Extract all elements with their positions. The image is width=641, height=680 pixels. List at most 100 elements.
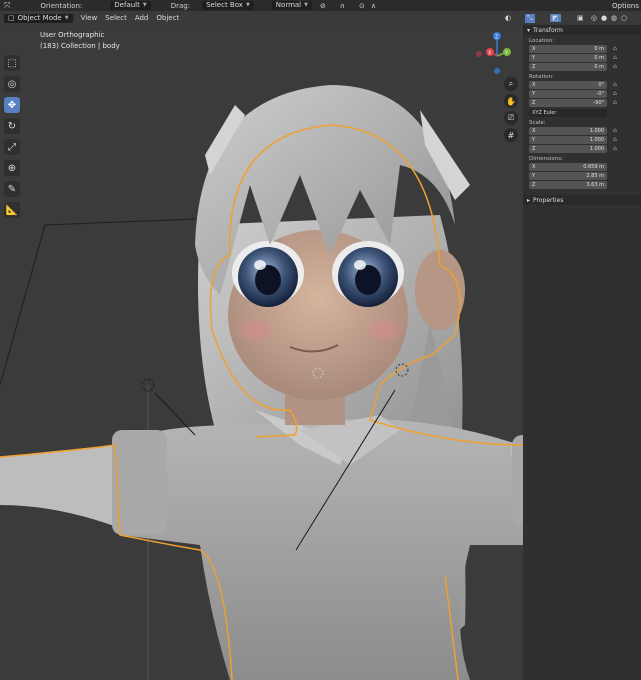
mode-dropdown[interactable]: ▢ Object Mode ▼ [4,13,73,23]
lock-icon[interactable]: ⌂ [613,54,617,61]
gizmo-x-label: X [488,51,492,57]
object-mode-icon: ▢ [8,13,15,22]
axis-label: Y [532,136,536,143]
tool-header: ⤧ Orientation: Default ▼ Drag: Select Box… [0,0,641,11]
pivot-dropdown[interactable]: Normal ▼ [271,1,312,10]
properties-title: Properties [533,196,564,204]
drag-value: Select Box [206,1,243,9]
pan-hand-icon[interactable]: ✋ [504,94,518,108]
drag-dropdown[interactable]: Select Box ▼ [202,1,254,10]
chevron-down-icon: ▼ [245,2,250,8]
solid-shading-icon[interactable]: ● [601,14,607,22]
transform-pivot-icon[interactable]: ⤧ [4,1,10,11]
lock-icon[interactable]: ⌂ [613,99,617,106]
measure-icon[interactable]: 📐 [4,202,20,218]
gizmo-neg-x[interactable] [476,51,482,57]
chevron-right-icon: ▸ [527,196,531,204]
chevron-down-icon: ▼ [142,2,147,8]
field-value: -0° [596,90,605,97]
rotate-icon[interactable]: ↻ [4,118,20,134]
proportional-edit-icon[interactable]: ⊙ [359,2,365,10]
scale-y-field[interactable]: Y 1.000 [529,135,607,144]
location-z-field[interactable]: Z 0 m [529,62,607,71]
field-value: 0° [598,81,604,88]
grid-icon[interactable]: # [504,128,518,142]
lock-icon[interactable]: ⌂ [613,63,617,70]
dimensions-x-row: X 0.659 m [529,162,641,171]
axis-label: Z [532,99,536,106]
field-value: 1.000 [589,145,604,152]
location-x-field[interactable]: X 0 m [529,44,607,53]
view-name: User Orthographic [40,31,105,39]
transform-panel-header[interactable]: ▾ Transform [523,25,641,35]
shirt [120,419,523,680]
zoom-icon[interactable]: ⌕ [504,77,518,91]
gizmo-neg-z[interactable] [494,68,500,74]
scale-icon[interactable]: ⤢ [4,139,20,155]
lock-icon[interactable]: ⌂ [613,45,617,52]
visibility-icon[interactable]: ◐ [505,14,511,22]
axis-label: X [532,81,536,88]
rendered-shading-icon[interactable]: ○ [621,14,627,22]
xray-icon[interactable]: ▣ [577,14,584,22]
move-icon[interactable]: ✥ [4,97,20,113]
transform-icon[interactable]: ⊕ [4,160,20,176]
camera-icon[interactable]: ⎚ [504,111,518,125]
menu-select[interactable]: Select [105,14,127,22]
location-y-field[interactable]: Y 0 m [529,53,607,62]
dimensions-z-row: Z 3.63 m [529,180,641,189]
collection-info: (183) Collection | body [40,42,120,50]
transform-title: Transform [533,26,563,34]
lock-icon[interactable]: ⌂ [613,81,617,88]
chevron-down-icon: ▼ [304,2,308,8]
location-y-row: Y 0 m ⌂ [529,53,641,62]
select-box-icon[interactable]: ⬚ [4,55,20,71]
navigation-gizmo[interactable]: Z Y X [474,31,523,81]
field-value: -90° [593,99,604,106]
menu-add[interactable]: Add [135,14,149,22]
properties-panel-header[interactable]: ▸ Properties [523,195,641,205]
orientation-label: Orientation: [40,1,83,10]
rotation-z-field[interactable]: Z -90° [529,98,607,107]
scene-render [0,85,523,680]
rotation-x-field[interactable]: X 0° [529,80,607,89]
options-button[interactable]: Options [612,2,639,10]
menu-view[interactable]: View [81,14,98,22]
pivot-value: Normal [275,1,302,9]
gizmo-z-label: Z [495,35,499,41]
left-sleeve [112,430,167,535]
material-shading-icon[interactable]: ◍ [611,14,617,22]
eye-highlight-left [254,260,266,270]
rotation-y-field[interactable]: Y -0° [529,89,607,98]
snap-icon[interactable]: ⊘ [320,2,326,10]
rotation-mode-dropdown[interactable]: XYZ Euler [529,109,607,117]
axis-label: Y [532,90,536,97]
field-value: 0.659 m [583,163,604,170]
dimensions-z-field[interactable]: Z 3.63 m [529,180,607,189]
lock-icon[interactable]: ⌂ [613,145,617,152]
lock-icon[interactable]: ⌂ [613,90,617,97]
orientation-dropdown[interactable]: Default ▼ [110,1,151,10]
menu-object[interactable]: Object [156,14,179,22]
cursor-icon[interactable]: ◎ [4,76,20,92]
overlay-toggle-icon[interactable]: ◩ [550,14,561,22]
rotation-z-row: Z -90° ⌂ [529,98,641,107]
dimensions-y-field[interactable]: Y 2.85 m [529,171,607,180]
axis-label: Y [532,54,536,61]
axis-label: X [532,45,536,52]
scale-x-field[interactable]: X 1.000 [529,126,607,135]
annotate-icon[interactable]: ✎ [4,181,20,197]
lock-icon[interactable]: ⌂ [613,127,617,134]
3d-viewport[interactable]: ⬚ ◎ ✥ ↻ ⤢ ⊕ ✎ 📐 User Orthographic (183) … [0,25,523,680]
dimensions-x-field[interactable]: X 0.659 m [529,162,607,171]
lock-icon[interactable]: ⌂ [613,136,617,143]
scale-z-field[interactable]: Z 1.000 [529,144,607,153]
wireframe-shading-icon[interactable]: ◎ [591,14,597,22]
gizmo-toggle-icon[interactable]: ⤡ [525,13,535,23]
chevron-down-icon: ▼ [64,14,69,21]
snap-magnet-icon[interactable]: ∩ [340,2,345,10]
falloff-icon[interactable]: ∧ [371,2,376,10]
field-value: 0 m [594,45,604,52]
field-value: 2.85 m [586,172,604,179]
axis-label: Z [532,181,536,188]
